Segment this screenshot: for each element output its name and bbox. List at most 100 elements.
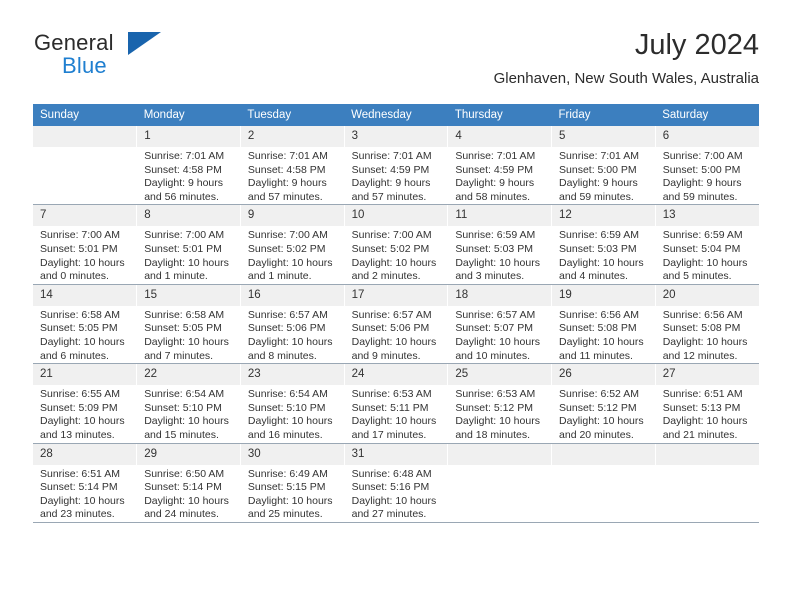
daylight-text-line2: and 3 minutes. bbox=[455, 270, 525, 283]
daylight-text-line1: Daylight: 9 hours bbox=[351, 177, 431, 190]
day-details: Sunrise: 6:56 AM Sunset: 5:08 PM Dayligh… bbox=[656, 306, 759, 363]
day-number: 13 bbox=[655, 205, 759, 227]
day-cell[interactable]: 10 Sunrise: 7:00 AM Sunset: 5:02 PM Dayl… bbox=[344, 204, 449, 285]
sunset-text: Sunset: 5:10 PM bbox=[144, 401, 222, 414]
brand-name-blue: Blue bbox=[62, 53, 107, 78]
day-number bbox=[655, 443, 759, 465]
day-cell[interactable]: 21 Sunrise: 6:55 AM Sunset: 5:09 PM Dayl… bbox=[33, 363, 138, 444]
daylight-text-line1: Daylight: 10 hours bbox=[144, 335, 229, 348]
daylight-text-line2: and 2 minutes. bbox=[351, 270, 421, 283]
day-details: Sunrise: 6:52 AM Sunset: 5:12 PM Dayligh… bbox=[552, 385, 655, 442]
day-cell[interactable]: 28 Sunrise: 6:51 AM Sunset: 5:14 PM Dayl… bbox=[33, 443, 138, 523]
day-cell[interactable]: 23 Sunrise: 6:54 AM Sunset: 5:10 PM Dayl… bbox=[240, 363, 345, 444]
sunset-text: Sunset: 5:15 PM bbox=[247, 481, 326, 494]
day-cell[interactable] bbox=[33, 126, 138, 206]
sunrise-text: Sunrise: 7:01 AM bbox=[455, 150, 536, 162]
day-cell[interactable]: 29 Sunrise: 6:50 AM Sunset: 5:14 PM Dayl… bbox=[136, 443, 241, 523]
day-cell[interactable]: 31 Sunrise: 6:48 AM Sunset: 5:16 PM Dayl… bbox=[344, 443, 449, 523]
day-number: 8 bbox=[137, 205, 240, 227]
day-details: Sunrise: 6:56 AM Sunset: 5:08 PM Dayligh… bbox=[552, 306, 655, 363]
day-cell[interactable]: 1 Sunrise: 7:01 AM Sunset: 4:58 PM Dayli… bbox=[136, 126, 241, 206]
day-cell[interactable]: 4 Sunrise: 7:01 AM Sunset: 4:59 PM Dayli… bbox=[447, 126, 553, 206]
day-cell[interactable]: 24 Sunrise: 6:53 AM Sunset: 5:11 PM Dayl… bbox=[344, 363, 449, 444]
daylight-text-line2: and 21 minutes. bbox=[662, 428, 738, 441]
day-cell[interactable]: 9 Sunrise: 7:00 AM Sunset: 5:02 PM Dayli… bbox=[240, 204, 345, 285]
daylight-text-line1: Daylight: 10 hours bbox=[351, 494, 437, 507]
daylight-text-line1: Daylight: 10 hours bbox=[247, 335, 333, 348]
day-number: 18 bbox=[448, 284, 552, 306]
sunrise-text: Sunrise: 7:00 AM bbox=[351, 229, 432, 242]
day-cell[interactable]: 11 Sunrise: 6:59 AM Sunset: 5:03 PM Dayl… bbox=[447, 204, 553, 285]
daylight-text-line1: Daylight: 10 hours bbox=[247, 256, 333, 269]
daylight-text-line1: Daylight: 9 hours bbox=[559, 177, 638, 190]
calendar-body: 1 Sunrise: 7:01 AM Sunset: 4:58 PM Dayli… bbox=[33, 126, 759, 523]
day-cell[interactable]: 2 Sunrise: 7:01 AM Sunset: 4:58 PM Dayli… bbox=[240, 126, 345, 206]
day-details: Sunrise: 7:00 AM Sunset: 5:02 PM Dayligh… bbox=[241, 226, 344, 283]
day-number: 28 bbox=[33, 443, 137, 465]
daylight-text-line1: Daylight: 10 hours bbox=[40, 256, 125, 269]
day-cell[interactable]: 30 Sunrise: 6:49 AM Sunset: 5:15 PM Dayl… bbox=[240, 443, 345, 523]
sunset-text: Sunset: 5:08 PM bbox=[559, 322, 637, 335]
daylight-text-line2: and 59 minutes. bbox=[662, 190, 738, 203]
daylight-text-line1: Daylight: 9 hours bbox=[247, 177, 327, 190]
day-cell[interactable]: 3 Sunrise: 7:01 AM Sunset: 4:59 PM Dayli… bbox=[344, 126, 449, 206]
sunset-text: Sunset: 5:04 PM bbox=[662, 242, 741, 255]
sunset-text: Sunset: 5:03 PM bbox=[455, 242, 533, 255]
sunrise-text: Sunrise: 6:58 AM bbox=[144, 308, 225, 321]
location-subtitle: Glenhaven, New South Wales, Australia bbox=[493, 70, 759, 87]
day-details: Sunrise: 7:00 AM Sunset: 5:01 PM Dayligh… bbox=[33, 226, 136, 283]
day-cell[interactable] bbox=[447, 443, 553, 523]
day-cell[interactable]: 26 Sunrise: 6:52 AM Sunset: 5:12 PM Dayl… bbox=[551, 363, 656, 444]
brand-logo[interactable]: General Blue bbox=[33, 28, 263, 90]
day-number: 4 bbox=[448, 126, 552, 147]
sunset-text: Sunset: 4:58 PM bbox=[247, 163, 326, 176]
day-cell[interactable]: 14 Sunrise: 6:58 AM Sunset: 5:05 PM Dayl… bbox=[33, 284, 138, 365]
weekday-header-thursday: Thursday bbox=[447, 104, 552, 126]
day-cell[interactable]: 15 Sunrise: 6:58 AM Sunset: 5:05 PM Dayl… bbox=[136, 284, 241, 365]
page-title: July 2024 bbox=[634, 29, 759, 61]
day-cell[interactable] bbox=[655, 443, 759, 523]
day-details: Sunrise: 7:00 AM Sunset: 5:01 PM Dayligh… bbox=[137, 226, 240, 283]
day-details: Sunrise: 7:01 AM Sunset: 4:58 PM Dayligh… bbox=[137, 147, 240, 204]
sunset-text: Sunset: 5:02 PM bbox=[247, 242, 326, 255]
day-cell[interactable]: 17 Sunrise: 6:57 AM Sunset: 5:06 PM Dayl… bbox=[344, 284, 449, 365]
day-cell[interactable]: 20 Sunrise: 6:56 AM Sunset: 5:08 PM Dayl… bbox=[655, 284, 759, 365]
sunset-text: Sunset: 5:10 PM bbox=[247, 401, 326, 414]
sunset-text: Sunset: 5:12 PM bbox=[455, 401, 533, 414]
sunset-text: Sunset: 5:05 PM bbox=[40, 322, 118, 335]
day-details: Sunrise: 7:01 AM Sunset: 5:00 PM Dayligh… bbox=[552, 147, 655, 204]
triangle-logo-icon bbox=[128, 32, 161, 55]
day-number: 3 bbox=[344, 126, 448, 147]
day-cell[interactable] bbox=[551, 443, 656, 523]
day-number bbox=[448, 443, 552, 465]
day-number: 10 bbox=[344, 205, 448, 227]
day-cell[interactable]: 6 Sunrise: 7:00 AM Sunset: 5:00 PM Dayli… bbox=[655, 126, 759, 206]
sunrise-text: Sunrise: 6:53 AM bbox=[351, 388, 432, 401]
sunset-text: Sunset: 5:06 PM bbox=[247, 322, 326, 335]
day-number: 27 bbox=[655, 364, 759, 386]
day-details: Sunrise: 6:54 AM Sunset: 5:10 PM Dayligh… bbox=[241, 385, 344, 442]
day-cell[interactable]: 12 Sunrise: 6:59 AM Sunset: 5:03 PM Dayl… bbox=[551, 204, 656, 285]
day-details: Sunrise: 6:58 AM Sunset: 5:05 PM Dayligh… bbox=[137, 306, 240, 363]
daylight-text-line2: and 7 minutes. bbox=[144, 349, 214, 362]
day-cell[interactable]: 18 Sunrise: 6:57 AM Sunset: 5:07 PM Dayl… bbox=[447, 284, 553, 365]
daylight-text-line2: and 4 minutes. bbox=[559, 270, 628, 283]
day-cell[interactable]: 25 Sunrise: 6:53 AM Sunset: 5:12 PM Dayl… bbox=[447, 363, 553, 444]
page-header: General Blue July 2024 Glenhaven, New So… bbox=[33, 28, 759, 98]
sunrise-text: Sunrise: 7:00 AM bbox=[662, 150, 743, 162]
day-cell[interactable]: 5 Sunrise: 7:01 AM Sunset: 5:00 PM Dayli… bbox=[551, 126, 656, 206]
day-cell[interactable]: 27 Sunrise: 6:51 AM Sunset: 5:13 PM Dayl… bbox=[655, 363, 759, 444]
day-number: 22 bbox=[137, 364, 240, 386]
day-cell[interactable]: 22 Sunrise: 6:54 AM Sunset: 5:10 PM Dayl… bbox=[136, 363, 241, 444]
day-cell[interactable]: 8 Sunrise: 7:00 AM Sunset: 5:01 PM Dayli… bbox=[136, 204, 241, 285]
daylight-text-line2: and 13 minutes. bbox=[40, 428, 115, 441]
sunset-text: Sunset: 5:01 PM bbox=[40, 242, 118, 255]
sunset-text: Sunset: 5:14 PM bbox=[144, 481, 222, 494]
day-cell[interactable]: 13 Sunrise: 6:59 AM Sunset: 5:04 PM Dayl… bbox=[655, 204, 759, 285]
sunset-text: Sunset: 5:13 PM bbox=[662, 401, 741, 414]
day-number: 20 bbox=[655, 284, 759, 306]
day-cell[interactable]: 16 Sunrise: 6:57 AM Sunset: 5:06 PM Dayl… bbox=[240, 284, 345, 365]
day-cell[interactable]: 19 Sunrise: 6:56 AM Sunset: 5:08 PM Dayl… bbox=[551, 284, 656, 365]
day-cell[interactable]: 7 Sunrise: 7:00 AM Sunset: 5:01 PM Dayli… bbox=[33, 204, 138, 285]
sunrise-text: Sunrise: 6:56 AM bbox=[662, 308, 743, 321]
